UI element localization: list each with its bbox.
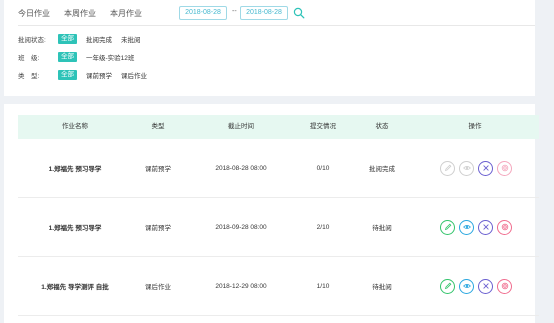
delete-icon[interactable] xyxy=(497,219,512,235)
table-row: 1.郑福先 预习导学 课前预学 2018-08-28 08:00 0/10 批阅完成 xyxy=(18,139,539,198)
close-icon-glyph xyxy=(482,283,489,289)
row-actions xyxy=(440,198,512,256)
filter-option-all[interactable]: 全部 xyxy=(58,33,77,44)
view-icon[interactable] xyxy=(459,219,474,235)
header-status: 状态 xyxy=(375,123,389,130)
divider xyxy=(18,25,535,26)
delete-icon[interactable] xyxy=(497,278,512,294)
delete-icon-glyph xyxy=(501,223,508,231)
filter-option-class[interactable]: 一年级-实验12班 xyxy=(86,52,134,62)
header-deadline: 截止时间 xyxy=(228,123,254,130)
header-actions: 操作 xyxy=(468,123,482,130)
tab-week[interactable]: 本周作业 xyxy=(64,8,96,20)
homework-deadline: 2018-08-28 08:00 xyxy=(215,164,267,172)
review-status: 待批阅 xyxy=(372,284,392,291)
period-tabs: 今日作业 本周作业 本月作业 xyxy=(18,8,142,20)
review-status: 待批阅 xyxy=(372,225,392,232)
edit-icon-glyph xyxy=(444,282,451,290)
search-icon[interactable] xyxy=(293,7,305,19)
table-row: 1.郑福先 导学测评 自批 课后作业 2018-12-29 08:00 1/10 待批阅 xyxy=(18,257,539,316)
homework-table-panel: 作业名称 类型 截止时间 提交情况 状态 操作 1.郑福先 预习导学 课前预学 20… xyxy=(4,104,539,323)
view-icon-glyph xyxy=(462,284,471,288)
filter-option-preview[interactable]: 课前预学 xyxy=(86,70,112,80)
tab-today[interactable]: 今日作业 xyxy=(18,8,50,20)
close-icon[interactable] xyxy=(478,278,493,294)
filter-option-all[interactable]: 全部 xyxy=(58,51,77,62)
filter-review-status: 批阅状态: 全部 批阅完成 未批阅 xyxy=(18,33,141,44)
filter-class: 班 级: 全部 一年级-实验12班 xyxy=(18,51,134,62)
homework-deadline: 2018-12-29 08:00 xyxy=(215,282,267,290)
homework-name: 1.郑福先 预习导学 xyxy=(48,225,102,232)
edit-icon[interactable] xyxy=(440,160,455,176)
filter-panel: 今日作业 本周作业 本月作业 2018-08-28 -- 2018-08-28 … xyxy=(4,0,535,96)
row-actions xyxy=(440,139,512,197)
edit-icon[interactable] xyxy=(440,219,455,235)
homework-deadline: 2018-09-28 08:00 xyxy=(215,223,267,231)
delete-icon[interactable] xyxy=(497,160,512,176)
submission-count: 0/10 xyxy=(316,164,330,172)
header-submit: 提交情况 xyxy=(310,123,336,130)
header-name: 作业名称 xyxy=(62,123,88,130)
filter-option-all[interactable]: 全部 xyxy=(58,69,77,80)
close-icon-glyph xyxy=(482,224,489,230)
view-icon[interactable] xyxy=(459,160,474,176)
homework-name: 1.郑福先 预习导学 xyxy=(48,166,102,173)
row-actions xyxy=(440,257,512,315)
table-header: 作业名称 类型 截止时间 提交情况 状态 操作 xyxy=(18,115,539,139)
homework-type: 课后作业 xyxy=(145,284,171,291)
close-icon-glyph xyxy=(482,165,489,171)
date-end-input[interactable]: 2018-08-28 xyxy=(240,6,288,20)
date-start-input[interactable]: 2018-08-28 xyxy=(179,6,227,20)
table-row: 1.郑福先 预习导学 课前预学 2018-09-28 08:00 2/10 待批阅 xyxy=(18,198,539,257)
delete-icon-glyph xyxy=(501,164,508,172)
submission-count: 1/10 xyxy=(316,282,330,290)
homework-type: 课前预学 xyxy=(145,166,171,173)
edit-icon[interactable] xyxy=(440,278,455,294)
filter-label: 批阅状态: xyxy=(18,36,46,44)
header-type: 类型 xyxy=(151,123,165,130)
submission-count: 2/10 xyxy=(316,223,330,231)
filter-label: 类 型: xyxy=(18,72,40,80)
edit-icon-glyph xyxy=(444,223,451,231)
filter-label: 班 级: xyxy=(18,54,40,62)
delete-icon-glyph xyxy=(501,282,508,290)
close-icon[interactable] xyxy=(478,160,493,176)
homework-name: 1.郑福先 导学测评 自批 xyxy=(41,284,109,291)
edit-icon-glyph xyxy=(444,164,451,172)
view-icon[interactable] xyxy=(459,278,474,294)
filter-option-reviewed[interactable]: 批阅完成 xyxy=(86,34,112,44)
filter-option-unreviewed[interactable]: 未批阅 xyxy=(121,34,141,44)
view-icon-glyph xyxy=(462,225,471,229)
filter-option-homework[interactable]: 课后作业 xyxy=(121,70,147,80)
tab-month[interactable]: 本月作业 xyxy=(110,8,142,20)
review-status: 批阅完成 xyxy=(369,166,395,173)
homework-type: 课前预学 xyxy=(145,225,171,232)
view-icon-glyph xyxy=(462,166,471,170)
close-icon[interactable] xyxy=(478,219,493,235)
date-separator: -- xyxy=(232,8,237,15)
scrollbar[interactable] xyxy=(539,0,554,323)
filter-type: 类 型: 全部 课前预学 课后作业 xyxy=(18,69,147,80)
